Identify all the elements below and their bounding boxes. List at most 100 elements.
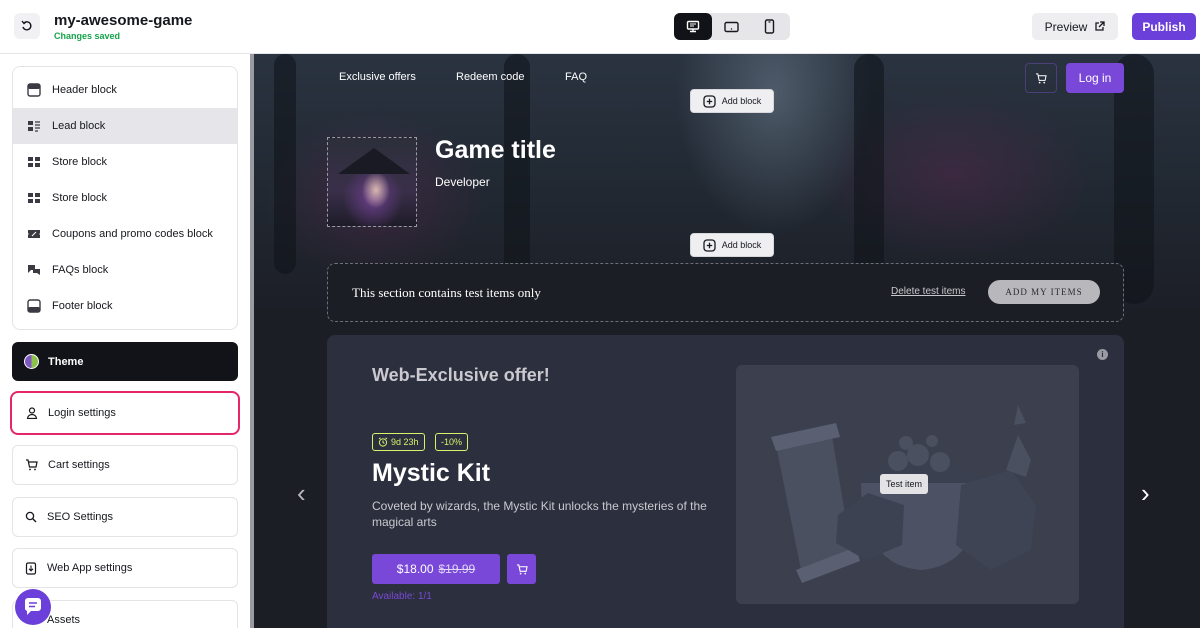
add-block-button[interactable]: Add block (690, 89, 774, 113)
web-app-settings-button[interactable]: Web App settings (12, 548, 238, 588)
timer-text: 9d 23h (391, 437, 419, 447)
mobile-icon (764, 19, 774, 34)
sidebar-item-store-block-2[interactable]: Store block (13, 180, 237, 216)
login-button[interactable]: Log in (1066, 63, 1124, 93)
witch-hat-shape (338, 148, 410, 174)
theme-icon (24, 354, 39, 369)
user-icon (26, 407, 38, 419)
chat-icon (24, 598, 41, 615)
nav-exclusive-offers[interactable]: Exclusive offers (339, 71, 416, 83)
sidebar-item-label: FAQs block (52, 264, 109, 276)
undo-button[interactable] (14, 13, 40, 39)
cart-icon (516, 563, 528, 574)
sidebar-item-faqs-block[interactable]: FAQs block (13, 252, 237, 288)
login-settings-button[interactable]: Login settings (10, 391, 240, 435)
sidebar-item-lead-block[interactable]: Lead block (13, 108, 237, 144)
settings-label: SEO Settings (47, 511, 114, 523)
download-icon (25, 561, 37, 575)
availability-text: Available: 1/1 (372, 591, 432, 602)
top-bar: my-awesome-game Changes saved Preview Pu… (0, 0, 1200, 54)
add-block-label: Add block (721, 96, 762, 106)
theme-button[interactable]: Theme (12, 342, 238, 381)
footer-block-icon (27, 299, 41, 313)
add-block-button[interactable]: Add block (690, 233, 774, 257)
faq-block-icon (28, 265, 40, 275)
add-block-label: Add block (721, 240, 762, 250)
item-name: Mystic Kit (372, 459, 491, 487)
sidebar: Header block Lead block Store block Stor… (0, 54, 250, 628)
timer-badge: 9d 23h (372, 433, 425, 451)
plus-square-icon (703, 94, 716, 108)
offer-heading: Web-Exclusive offer! (372, 365, 550, 385)
preview-button[interactable]: Preview (1032, 13, 1118, 40)
sidebar-item-label: Store block (52, 192, 108, 204)
coupon-block-icon (28, 230, 40, 238)
mobile-view-button[interactable] (750, 13, 788, 40)
test-items-notice: This section contains test items only De… (327, 263, 1124, 322)
lead-block-icon (28, 121, 40, 132)
tablet-view-button[interactable] (712, 13, 750, 40)
sidebar-item-label: Coupons and promo codes block (52, 228, 213, 240)
discount-text: -10% (441, 437, 463, 447)
test-item-tag: Test item (880, 474, 929, 494)
store-block-icon (28, 193, 40, 203)
sidebar-item-label: Lead block (52, 120, 106, 132)
item-image: Test item (736, 365, 1079, 604)
store-block-icon (28, 157, 40, 167)
nav-redeem-code[interactable]: Redeem code (456, 71, 525, 83)
site-preview: Exclusive offers Redeem code FAQ Log in … (254, 54, 1200, 628)
background-tree (854, 54, 884, 284)
item-description: Coveted by wizards, the Mystic Kit unloc… (372, 499, 707, 529)
item-price: $18.00 (396, 562, 434, 576)
carousel-next-button[interactable]: › (1141, 478, 1150, 509)
background-tree (504, 54, 530, 294)
info-icon[interactable]: i (1097, 349, 1108, 360)
cart-settings-button[interactable]: Cart settings (12, 445, 238, 485)
delete-test-items-link[interactable]: Delete test items (891, 286, 965, 297)
buy-button[interactable]: $18.00 $19.99 (372, 554, 500, 584)
offer-card: i Web-Exclusive offer! 9d 23h -10% Mysti… (327, 335, 1124, 628)
blocks-list: Header block Lead block Store block Stor… (12, 66, 238, 330)
plus-square-icon (703, 238, 716, 252)
search-icon (25, 511, 37, 523)
external-link-icon (1095, 21, 1105, 31)
test-notice-text: This section contains test items only (352, 285, 541, 300)
publish-button[interactable]: Publish (1132, 13, 1196, 40)
tablet-icon (723, 21, 739, 32)
desktop-view-button[interactable] (674, 13, 712, 40)
settings-label: Web App settings (47, 562, 133, 574)
sidebar-item-label: Header block (52, 84, 117, 96)
settings-label: Cart settings (48, 459, 110, 471)
cart-icon (1035, 72, 1047, 83)
chat-support-button[interactable] (15, 589, 51, 625)
project-name: my-awesome-game (54, 12, 193, 29)
game-title[interactable]: Game title (435, 136, 556, 165)
add-my-items-button[interactable]: ADD MY ITEMS (988, 280, 1100, 304)
alarm-clock-icon (378, 437, 388, 447)
sidebar-item-footer-block[interactable]: Footer block (13, 288, 237, 324)
item-old-price: $19.99 (438, 562, 476, 576)
preview-label: Preview (1044, 19, 1088, 34)
seo-settings-button[interactable]: SEO Settings (12, 497, 238, 537)
developer-name[interactable]: Developer (435, 175, 490, 189)
carousel-prev-button[interactable]: ‹ (297, 478, 306, 509)
sidebar-item-label: Footer block (52, 300, 113, 312)
undo-icon (21, 20, 32, 31)
discount-badge: -10% (435, 433, 469, 451)
settings-label: Login settings (48, 407, 116, 419)
settings-label: Assets (47, 614, 81, 626)
sidebar-item-store-block[interactable]: Store block (13, 144, 237, 180)
nav-faq[interactable]: FAQ (565, 71, 587, 83)
sidebar-item-header-block[interactable]: Header block (13, 72, 237, 108)
cart-icon (26, 459, 38, 471)
header-cart-button[interactable] (1025, 63, 1057, 93)
theme-label: Theme (48, 355, 84, 368)
sidebar-item-coupons-block[interactable]: Coupons and promo codes block (13, 216, 237, 252)
desktop-icon (686, 20, 700, 33)
sidebar-item-label: Store block (52, 156, 108, 168)
background-tree (274, 54, 296, 274)
device-toggle (674, 13, 790, 40)
game-cover-image[interactable] (327, 137, 417, 227)
add-to-cart-button[interactable] (507, 554, 536, 584)
header-block-icon (27, 83, 41, 97)
